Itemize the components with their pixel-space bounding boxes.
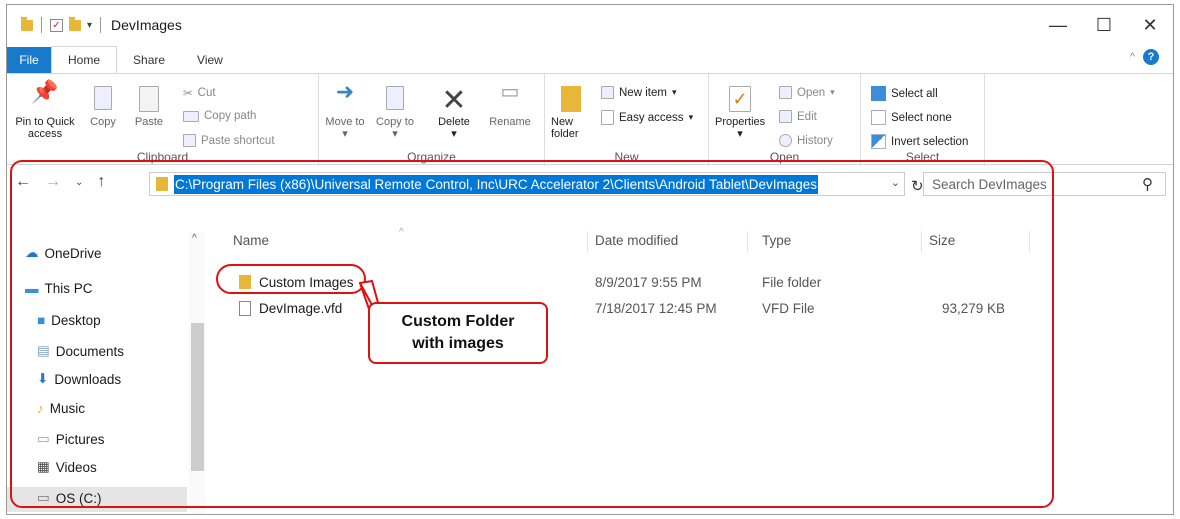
- properties-icon: ✓: [729, 86, 751, 112]
- new-folder-button[interactable]: New folder: [551, 86, 591, 140]
- new-folder-qa-icon[interactable]: [69, 16, 81, 31]
- select-group: Select all Select none Invert selection …: [861, 74, 985, 166]
- pin-to-quick-access-button[interactable]: 📌 Pin to Quick access: [13, 79, 77, 141]
- minimize-button[interactable]: —: [1035, 5, 1081, 45]
- annotation-oval: [216, 264, 366, 294]
- tab-share[interactable]: Share: [117, 47, 181, 73]
- copy-path-icon: [183, 110, 199, 122]
- history-button[interactable]: History: [779, 134, 833, 147]
- paste-button[interactable]: Paste: [129, 86, 169, 128]
- select-none-icon: [871, 110, 886, 125]
- new-folder-icon: [561, 86, 581, 112]
- organize-group: ➜ Move to ▾ Copy to ▾ ✕ Delete ▾ ▭ Rename O…: [319, 74, 545, 166]
- ribbon-tabs: File Home Share View ^ ?: [7, 45, 1173, 73]
- paste-shortcut-icon: [183, 134, 196, 147]
- invert-selection-icon: [871, 134, 886, 149]
- scissors-icon: ✂: [183, 88, 193, 100]
- open-group: ✓ Properties ▾ Open ▾ Edit History Open: [709, 74, 861, 166]
- properties-qa-icon[interactable]: ✓: [50, 18, 63, 32]
- properties-button[interactable]: ✓ Properties ▾: [715, 86, 765, 140]
- open-button[interactable]: Open ▾: [779, 86, 835, 99]
- window-controls: — ☐ ✕: [1035, 5, 1173, 45]
- invert-selection-button[interactable]: Invert selection: [871, 134, 968, 149]
- folder-icon: [21, 16, 33, 31]
- delete-button[interactable]: ✕ Delete ▾: [429, 84, 479, 141]
- paste-shortcut-button[interactable]: Paste shortcut: [183, 134, 275, 147]
- clipboard-group: 📌 Pin to Quick access Copy Paste ✂ Cut Co…: [7, 74, 319, 166]
- tab-home[interactable]: Home: [51, 46, 118, 73]
- paste-icon: [139, 86, 159, 112]
- new-item-icon: [601, 86, 614, 99]
- new-group: New folder New item ▾ Easy access ▾ New: [545, 74, 709, 166]
- window-title: DevImages: [111, 17, 182, 33]
- help-icon[interactable]: ?: [1143, 49, 1159, 65]
- copy-to-button[interactable]: Copy to ▾: [375, 86, 415, 140]
- rename-button[interactable]: ▭ Rename: [485, 81, 535, 128]
- rename-icon: ▭: [500, 81, 520, 103]
- copy-path-button[interactable]: Copy path: [183, 110, 256, 122]
- maximize-button[interactable]: ☐: [1081, 5, 1127, 45]
- close-button[interactable]: ✕: [1127, 5, 1173, 45]
- customize-qa-icon[interactable]: ▾: [87, 20, 92, 31]
- select-all-icon: [871, 86, 886, 101]
- copy-icon: [94, 86, 112, 110]
- tab-file[interactable]: File: [7, 47, 51, 73]
- copy-button[interactable]: Copy: [83, 86, 123, 128]
- search-icon: ⚲: [1142, 176, 1153, 193]
- cut-button[interactable]: ✂ Cut: [183, 86, 216, 100]
- move-to-button[interactable]: ➜ Move to ▾: [325, 79, 365, 141]
- copy-to-icon: [386, 86, 404, 110]
- edit-button[interactable]: Edit: [779, 110, 817, 123]
- title-bar: ✓ ▾ DevImages — ☐ ✕: [7, 5, 1173, 45]
- select-all-button[interactable]: Select all: [871, 86, 938, 101]
- open-icon: [779, 86, 792, 99]
- quick-access-toolbar: ✓ ▾: [21, 16, 103, 33]
- history-icon: [779, 134, 792, 147]
- move-icon: ➜: [335, 79, 355, 104]
- delete-icon: ✕: [441, 84, 467, 117]
- annotation-callout: Custom Folder with images: [368, 302, 548, 364]
- new-item-button[interactable]: New item ▾: [601, 86, 676, 99]
- pin-icon: 📌: [31, 79, 59, 104]
- collapse-ribbon-icon[interactable]: ^: [1130, 51, 1135, 63]
- edit-icon: [779, 110, 792, 123]
- tab-view[interactable]: View: [181, 47, 239, 73]
- select-none-button[interactable]: Select none: [871, 110, 952, 125]
- ribbon: 📌 Pin to Quick access Copy Paste ✂ Cut Co…: [7, 73, 1173, 166]
- easy-access-icon: [601, 110, 614, 125]
- easy-access-button[interactable]: Easy access ▾: [601, 110, 693, 125]
